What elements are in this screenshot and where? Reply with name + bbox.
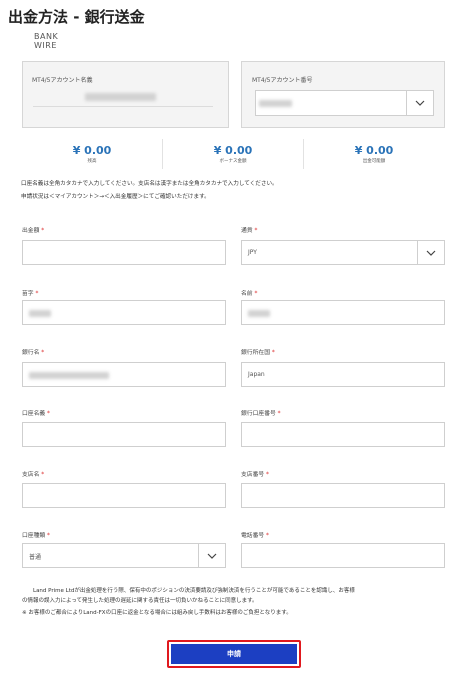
bank-country-value: Japan [248, 371, 265, 378]
currency-select[interactable]: JPY [241, 240, 445, 265]
phone-label: 電話番号 * [241, 533, 269, 539]
branch-number-label: 支店番号 * [241, 472, 269, 478]
disclaimer-line1: Land Prime Ltdが出金処理を行う際、保有中のポジションの決済要請及び… [33, 588, 355, 594]
account-number-dropdown[interactable] [406, 91, 433, 115]
account-name-value [85, 93, 156, 101]
account-number-label: MT4/5アカウント番号 [252, 77, 313, 84]
bank-name-input[interactable] [22, 362, 226, 387]
currency-dropdown[interactable] [417, 241, 444, 264]
account-number-value [259, 100, 292, 107]
first-name-input[interactable] [241, 300, 445, 325]
currency-value: JPY [248, 249, 257, 256]
account-number-panel: MT4/5アカウント番号 [241, 61, 445, 128]
balance-label: 残高 [87, 159, 97, 164]
bank-wire-logo: BANK WIRE [34, 32, 58, 50]
note-line2: 申請状況は＜マイアカウント＞→＜入出金履歴＞にてご確認いただけます。 [21, 194, 210, 200]
last-name-value [29, 310, 51, 317]
account-holder-label: 口座名義 * [22, 411, 50, 417]
phone-input[interactable] [241, 543, 445, 568]
account-number-field-label: 銀行口座番号 * [241, 411, 281, 417]
logo-line2: WIRE [34, 41, 57, 50]
balance-value: ¥ 0.00 [72, 144, 112, 157]
currency-label: 通貨 * [241, 228, 258, 234]
amount-label: 出金額 * [22, 228, 45, 234]
submit-highlight: 申請 [167, 640, 301, 668]
account-number-select[interactable] [255, 90, 434, 116]
disclaimer-line3: ※ お客様のご都合によりLand-FXの口座に返金となる場合には組み戻し手数料は… [22, 610, 292, 616]
submit-button[interactable]: 申請 [171, 644, 297, 664]
account-type-dropdown[interactable] [198, 544, 225, 567]
divider [33, 106, 213, 107]
last-name-input[interactable] [22, 300, 226, 325]
account-name-label: MT4/5アカウント名義 [32, 77, 93, 84]
disclaimer-line2: の情報の誤入力によって発生した処理の遅延に関する責任は一切負いかねることに同意し… [22, 598, 258, 604]
withdrawable-label: 出金可能額 [362, 159, 386, 164]
chevron-down-icon [426, 250, 436, 256]
branch-name-label: 支店名 * [22, 472, 45, 478]
branch-name-input[interactable] [22, 483, 226, 508]
branch-number-input[interactable] [241, 483, 445, 508]
withdrawable-value: ¥ 0.00 [354, 144, 394, 157]
bank-name-value [29, 372, 109, 379]
first-name-value [248, 310, 270, 317]
account-type-label: 口座種類 * [22, 533, 50, 539]
page-title: 出金方法 - 銀行送金 [8, 8, 145, 26]
bank-name-label: 銀行名 * [22, 350, 45, 356]
account-holder-input[interactable] [22, 422, 226, 447]
chevron-down-icon [207, 553, 217, 559]
account-type-select[interactable]: 普通 [22, 543, 226, 568]
amount-input[interactable] [22, 240, 226, 265]
account-type-value: 普通 [29, 554, 42, 561]
bank-country-input[interactable]: Japan [241, 362, 445, 387]
chevron-down-icon [415, 100, 425, 106]
bonus-label: ボーナス金額 [219, 159, 247, 164]
note-line1: 口座名義は全角カタカナで入力してください。支店名は漢字または全角カタカナで入力し… [21, 181, 278, 187]
bank-country-label: 銀行所在国 * [241, 350, 275, 356]
account-number-input[interactable] [241, 422, 445, 447]
last-name-label: 苗字 * [22, 291, 39, 297]
logo-line1: BANK [34, 32, 59, 41]
first-name-label: 名前 * [241, 291, 258, 297]
account-name-panel: MT4/5アカウント名義 [22, 61, 229, 128]
bonus-value: ¥ 0.00 [213, 144, 253, 157]
